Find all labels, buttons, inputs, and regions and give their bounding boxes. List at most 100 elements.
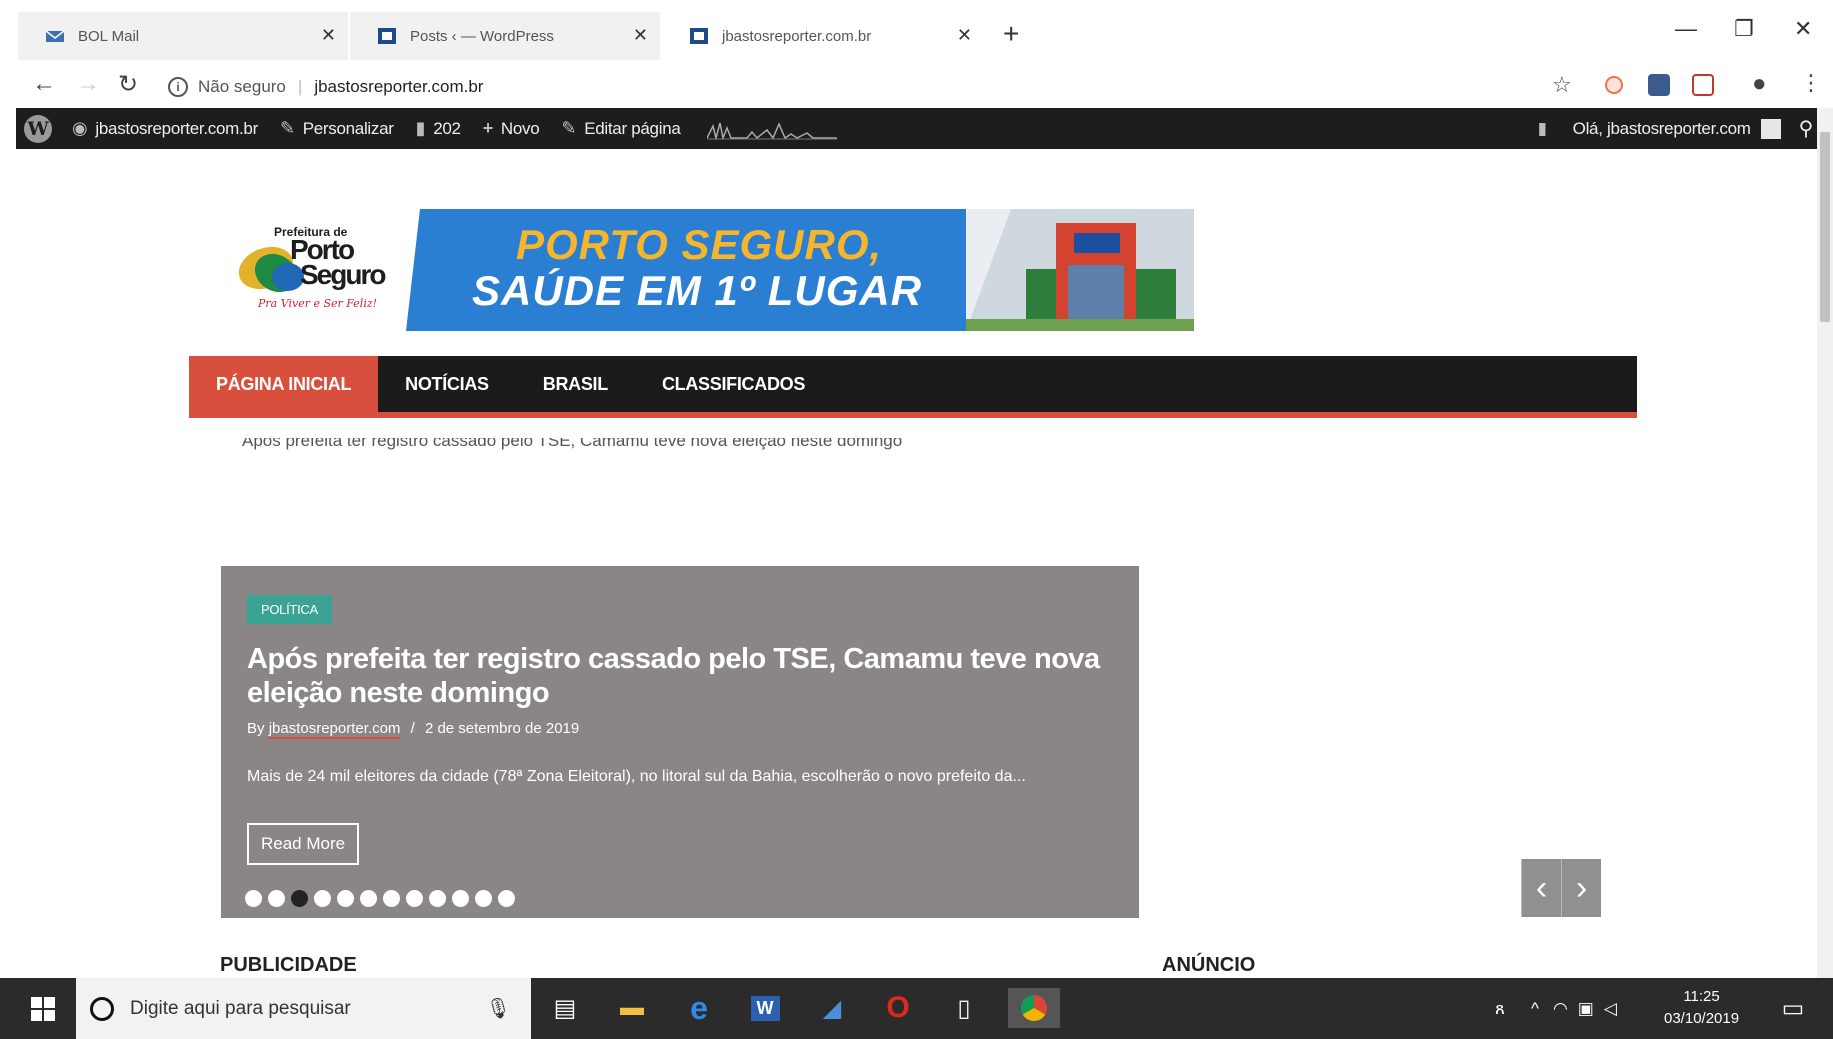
close-window-icon[interactable]: ✕ bbox=[1794, 16, 1812, 42]
file-explorer-icon[interactable]: ▬ bbox=[612, 988, 652, 1028]
word-icon[interactable]: W bbox=[745, 988, 785, 1028]
admin-new-link[interactable]: + Novo bbox=[483, 118, 540, 139]
clock-date: 03/10/2019 bbox=[1664, 1010, 1740, 1027]
slider-dot[interactable] bbox=[383, 890, 400, 907]
slider-dot-active[interactable] bbox=[291, 890, 308, 907]
slider-dot[interactable] bbox=[498, 890, 515, 907]
scrollbar-thumb[interactable] bbox=[1820, 132, 1830, 322]
tab-jbastosreporter[interactable]: jbastosreporter.com.br ✕ bbox=[662, 12, 984, 60]
reload-icon[interactable]: ↻ bbox=[118, 70, 138, 99]
slider-dot[interactable] bbox=[268, 890, 285, 907]
slider-dot[interactable] bbox=[475, 890, 492, 907]
close-icon[interactable]: ✕ bbox=[633, 25, 648, 46]
carousel-arrows: ‹ › bbox=[1521, 859, 1601, 917]
notepad-icon[interactable]: ▯ bbox=[944, 988, 984, 1028]
extension-icon[interactable] bbox=[1605, 76, 1623, 94]
nav-classificados[interactable]: CLASSIFICADOS bbox=[635, 356, 832, 412]
forward-icon[interactable]: → bbox=[76, 70, 100, 98]
admin-customize-label: Personalizar bbox=[302, 118, 394, 138]
wordpress-favicon-icon bbox=[378, 28, 396, 44]
brush-icon: ✎ bbox=[279, 118, 295, 138]
star-icon[interactable]: ☆ bbox=[1552, 72, 1572, 98]
tab-bol-mail[interactable]: BOL Mail ✕ bbox=[18, 12, 348, 60]
slider-dot[interactable] bbox=[360, 890, 377, 907]
nav-brasil[interactable]: BRASIL bbox=[516, 356, 635, 412]
omnibox[interactable]: i Não seguro | jbastosreporter.com.br bbox=[168, 72, 483, 102]
extension-icon[interactable] bbox=[1648, 74, 1670, 96]
system-tray: ጸ ^ ◠ ▣ ◁ bbox=[1495, 978, 1617, 1039]
plus-icon: + bbox=[482, 118, 494, 138]
clock-time: 11:25 bbox=[1683, 988, 1720, 1005]
post-date: 2 de setembro de 2019 bbox=[424, 720, 580, 737]
app-icon[interactable]: ◢ bbox=[812, 988, 852, 1028]
slider-dot[interactable] bbox=[452, 890, 469, 907]
prefeitura-logo[interactable]: Prefeitura de Porto Seguro Pra Viver e S… bbox=[228, 225, 398, 320]
new-tab-button[interactable]: + bbox=[1003, 18, 1019, 50]
minimize-icon[interactable]: — bbox=[1675, 16, 1697, 42]
close-icon[interactable]: ✕ bbox=[957, 25, 972, 46]
search-icon[interactable]: ⚲ bbox=[1799, 116, 1814, 141]
opera-icon[interactable]: O bbox=[878, 988, 918, 1028]
tab-wordpress-posts[interactable]: Posts ‹ — WordPress ✕ bbox=[350, 12, 660, 60]
notification-center-icon[interactable]: ▭ bbox=[1773, 988, 1813, 1028]
address-bar: ← → ↻ i Não seguro | jbastosreporter.com… bbox=[0, 66, 1833, 108]
network-icon[interactable]: ◠ bbox=[1553, 999, 1568, 1019]
slide-title[interactable]: Após prefeita ter registro cassado pelo … bbox=[247, 642, 1107, 710]
nav-pagina-inicial[interactable]: PÁGINA INICIAL bbox=[189, 356, 379, 412]
taskbar-search-input[interactable]: Digite aqui para pesquisar 🎙 bbox=[76, 978, 531, 1039]
page-scrollbar[interactable] bbox=[1817, 108, 1833, 978]
restore-icon[interactable]: ❐ bbox=[1734, 16, 1754, 42]
news-ticker[interactable]: Após prefeita ter registro cassado pelo … bbox=[242, 438, 902, 451]
logo-name: Porto Seguro bbox=[290, 236, 386, 290]
taskbar-clock[interactable]: 11:25 03/10/2019 bbox=[1664, 986, 1739, 1030]
read-more-button[interactable]: Read More bbox=[247, 823, 360, 865]
admin-customize-link[interactable]: ✎ Personalizar bbox=[280, 118, 394, 139]
slide-excerpt: Mais de 24 mil eleitores da cidade (78ª … bbox=[247, 768, 1026, 785]
header-banner: Prefeitura de Porto Seguro Pra Viver e S… bbox=[228, 205, 1194, 331]
windows-taskbar: Digite aqui para pesquisar 🎙 ▤ ▬ e W ◢ O… bbox=[0, 978, 1833, 1039]
volume-icon[interactable]: ◁ bbox=[1604, 999, 1617, 1019]
admin-site-link[interactable]: ◉ jbastosreporter.com.br bbox=[72, 118, 258, 139]
close-icon[interactable]: ✕ bbox=[321, 25, 336, 46]
battery-icon[interactable]: ▣ bbox=[1578, 999, 1594, 1019]
logo-line2: Seguro bbox=[300, 259, 386, 290]
slider-dot[interactable] bbox=[245, 890, 262, 907]
security-status: Não seguro bbox=[198, 77, 286, 96]
stats-sparkline-icon[interactable] bbox=[706, 118, 837, 140]
admin-edit-label: Editar página bbox=[584, 118, 681, 138]
profile-icon[interactable]: ● bbox=[1752, 70, 1767, 98]
author-link[interactable]: jbastosreporter.com bbox=[268, 720, 401, 739]
tab-label: jbastosreporter.com.br bbox=[722, 27, 872, 45]
category-badge[interactable]: POLÍTICA bbox=[247, 595, 332, 624]
wordpress-logo-icon[interactable]: W bbox=[24, 114, 52, 143]
slider-dot[interactable] bbox=[406, 890, 423, 907]
slider-dot[interactable] bbox=[429, 890, 446, 907]
people-icon[interactable]: ጸ bbox=[1495, 999, 1505, 1019]
chevron-right-icon[interactable]: › bbox=[1561, 859, 1601, 917]
windows-start-button[interactable] bbox=[10, 978, 76, 1039]
slider-dot[interactable] bbox=[314, 890, 331, 907]
notification-icon[interactable]: ▮ bbox=[1538, 119, 1547, 139]
extension-icon[interactable] bbox=[1692, 74, 1714, 96]
admin-comments-link[interactable]: ▮ 202 bbox=[416, 118, 461, 139]
cortana-icon bbox=[90, 996, 114, 1021]
mail-icon bbox=[46, 30, 64, 42]
edge-icon[interactable]: e bbox=[679, 988, 719, 1028]
admin-edit-link[interactable]: ✎ Editar página bbox=[561, 118, 680, 139]
health-ad-banner[interactable]: PORTO SEGURO, SAÚDE EM 1º LUGAR bbox=[406, 209, 1194, 331]
task-view-icon[interactable]: ▤ bbox=[545, 988, 585, 1028]
chevron-left-icon[interactable]: ‹ bbox=[1521, 859, 1561, 917]
back-icon[interactable]: ← bbox=[32, 70, 56, 98]
meta-by: By bbox=[247, 720, 265, 737]
slider-dot[interactable] bbox=[337, 890, 354, 907]
info-icon[interactable]: i bbox=[168, 77, 188, 97]
chevron-up-icon[interactable]: ^ bbox=[1531, 999, 1539, 1019]
tab-label: Posts ‹ — WordPress bbox=[410, 27, 554, 45]
chrome-icon[interactable] bbox=[1008, 988, 1060, 1028]
microphone-icon[interactable]: 🎙 bbox=[486, 996, 511, 1021]
meta-separator: / bbox=[410, 720, 415, 737]
nav-noticias[interactable]: NOTÍCIAS bbox=[378, 356, 516, 412]
admin-greeting[interactable]: Olá, jbastosreporter.com bbox=[1573, 119, 1751, 139]
menu-icon[interactable]: ⋮ bbox=[1800, 70, 1822, 96]
avatar[interactable] bbox=[1760, 118, 1781, 139]
